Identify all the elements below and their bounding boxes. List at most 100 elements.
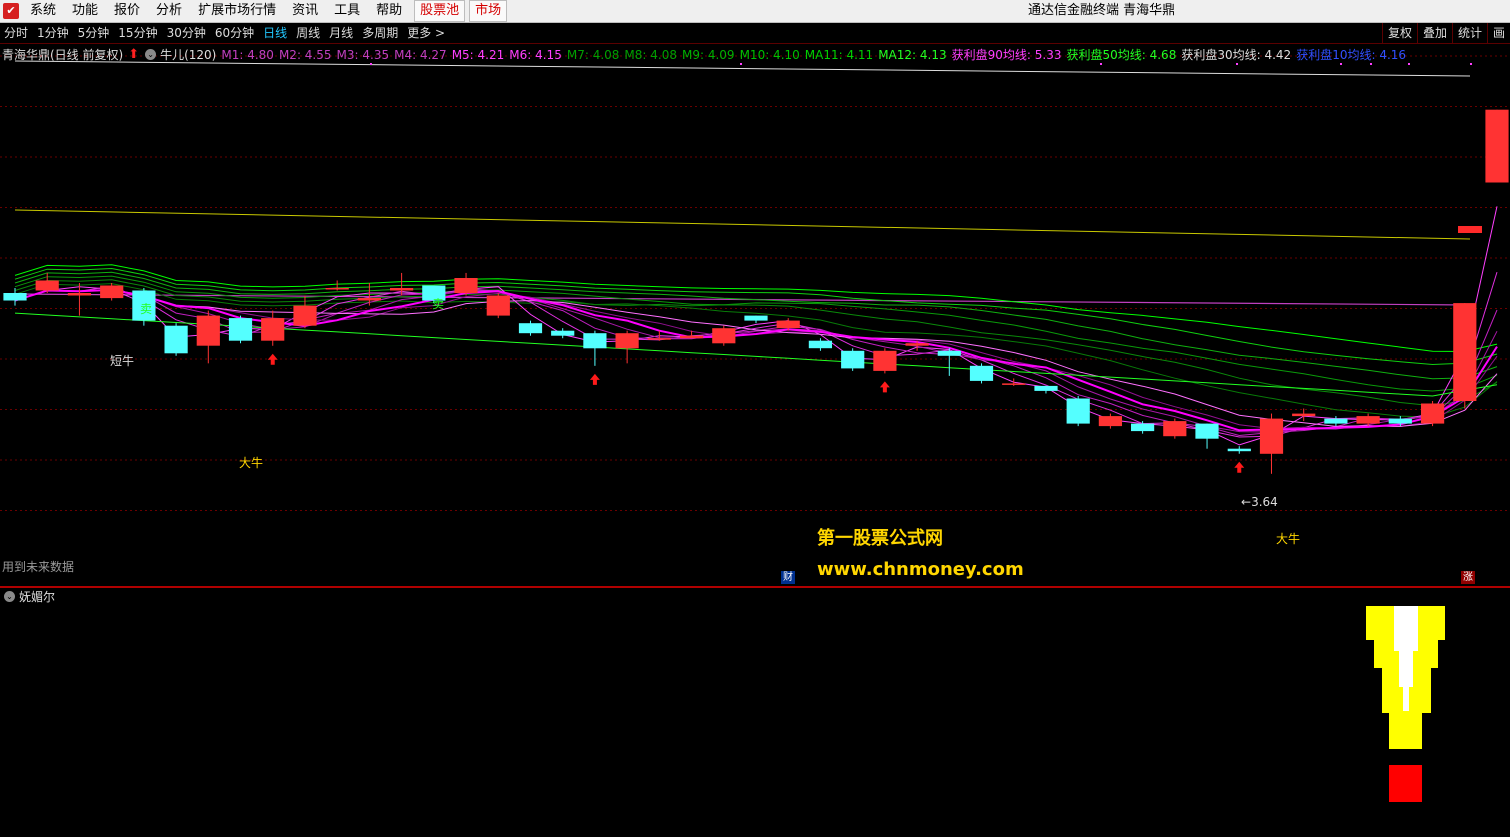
indicator-bar-white — [1399, 651, 1413, 687]
legend-item: M3: 4.35 — [336, 47, 390, 62]
menu-bar: ✔ 系统 功能 报价 分析 扩展市场行情 资讯 工具 帮助 股票池 市场 通达信… — [0, 0, 1510, 23]
chevron-down-icon[interactable]: ⌄ — [145, 48, 157, 60]
candle-body — [680, 335, 704, 339]
draw-button[interactable]: 画 — [1486, 23, 1510, 44]
sub-indicator-canvas[interactable] — [0, 588, 1510, 837]
candle-body — [67, 293, 91, 296]
stock-pool-button[interactable]: 股票池 — [414, 0, 466, 22]
signal-dot — [740, 63, 742, 65]
indicator-name[interactable]: 牛儿(120) — [160, 46, 216, 63]
statistics-button[interactable]: 统计 — [1451, 23, 1487, 44]
indicator-legend: 青海华鼎(日线 前复权) ⬆ ⌄ 牛儿(120) M1: 4.80 M2: 4.5… — [2, 46, 1411, 62]
candle-body — [486, 295, 510, 316]
buy-arrow-icon — [589, 373, 600, 385]
profit-30-line — [14, 60, 1471, 77]
candle-body — [293, 305, 317, 326]
main-kline-chart[interactable]: 青海华鼎(日线 前复权) ⬆ ⌄ 牛儿(120) M1: 4.80 M2: 4.5… — [0, 44, 1510, 586]
period-weekly[interactable]: 周线 — [292, 23, 325, 43]
period-5min[interactable]: 5分钟 — [74, 23, 115, 43]
candle-body — [1131, 423, 1155, 432]
legend-item: M1: 4.80 — [221, 47, 274, 62]
rise-badge[interactable]: 涨 — [1461, 571, 1475, 584]
menu-extended-market[interactable]: 扩展市场行情 — [190, 0, 284, 22]
candle-body — [1324, 418, 1348, 424]
adjust-price-button[interactable]: 复权 — [1381, 23, 1417, 44]
candle-body — [1227, 448, 1251, 452]
signal-dot — [1100, 63, 1102, 65]
watermark-url: www.chnmoney.com — [817, 559, 1024, 580]
menu-tools[interactable]: 工具 — [326, 0, 368, 22]
candle-body — [1485, 109, 1509, 183]
candle-body — [1098, 416, 1122, 427]
candle-body — [261, 318, 285, 341]
candle-body — [1292, 413, 1316, 417]
candle-body — [744, 315, 768, 321]
sub-indicator-header: ⌄ 妩媚尔 — [2, 588, 55, 604]
signal-dot — [1236, 63, 1238, 65]
period-30min[interactable]: 30分钟 — [163, 23, 211, 43]
sell-signal: 卖 — [432, 297, 445, 311]
chevron-down-icon[interactable]: ⌄ — [4, 590, 15, 602]
big-bull-signal: 大牛 — [239, 456, 264, 470]
candle-body — [1195, 423, 1219, 439]
signal-dot — [1470, 63, 1472, 65]
target-marker — [1458, 226, 1482, 233]
legend-item: M4: 4.27 — [394, 47, 447, 62]
period-more[interactable]: 更多 > — [403, 23, 450, 43]
legend-item: 获利盘30均线: 4.42 — [1181, 47, 1292, 62]
period-daily[interactable]: 日线 — [259, 23, 292, 43]
menu-function[interactable]: 功能 — [64, 0, 106, 22]
candle-body — [937, 350, 961, 356]
app-logo-icon: ✔ — [0, 0, 22, 22]
period-60min[interactable]: 60分钟 — [211, 23, 259, 43]
buy-arrow-icon — [267, 353, 278, 365]
candle-body — [1034, 385, 1058, 391]
candle-body — [873, 350, 897, 371]
candle-body — [454, 278, 478, 294]
signal-dot — [1340, 63, 1342, 65]
candle-body — [164, 325, 188, 354]
indicator-bar-white — [1403, 687, 1409, 711]
indicator-bar-white — [1394, 606, 1418, 651]
candle-body — [1163, 421, 1187, 437]
period-multi[interactable]: 多周期 — [358, 23, 403, 43]
menu-system[interactable]: 系统 — [22, 0, 64, 22]
candle-body — [776, 320, 800, 329]
menu-news[interactable]: 资讯 — [284, 0, 326, 22]
up-arrow-icon: ⬆ — [128, 46, 140, 62]
market-button[interactable]: 市场 — [469, 0, 508, 22]
overlay-button[interactable]: 叠加 — [1416, 23, 1452, 44]
legend-item: M7: 4.08 — [566, 47, 620, 62]
menu-quote[interactable]: 报价 — [106, 0, 148, 22]
menu-analysis[interactable]: 分析 — [148, 0, 190, 22]
candle-body — [1388, 418, 1412, 424]
legend-item: M6: 4.15 — [509, 47, 562, 62]
menu-help[interactable]: 帮助 — [368, 0, 410, 22]
period-timeshare[interactable]: 分时 — [0, 23, 33, 43]
sub-indicator-name[interactable]: 妩媚尔 — [19, 588, 55, 605]
kline-canvas[interactable] — [0, 44, 1510, 586]
period-toolbar: 分时 1分钟 5分钟 15分钟 30分钟 60分钟 日线 周线 月线 多周期 更… — [0, 23, 1510, 44]
candle-body — [647, 338, 671, 340]
buy-arrow-icon — [879, 381, 890, 393]
signal-dot — [1408, 63, 1410, 65]
period-1min[interactable]: 1分钟 — [33, 23, 74, 43]
short-buy-signal: 短牛 — [110, 354, 135, 368]
legend-item: M10: 4.10 — [739, 47, 800, 62]
sub-indicator-chart[interactable]: ⌄ 妩媚尔 — [0, 588, 1510, 837]
period-15min[interactable]: 15分钟 — [114, 23, 162, 43]
legend-values: M1: 4.80 M2: 4.55 M3: 4.35 M4: 4.27 M5: 4.21… — [221, 46, 1411, 63]
legend-item: MA12: 4.13 — [878, 47, 947, 62]
candle-body — [969, 365, 994, 381]
finance-badge[interactable]: 财 — [781, 571, 795, 584]
signal-dot — [370, 63, 372, 65]
candle-body — [325, 288, 349, 290]
chart-tools: 复权 叠加 统计 画 — [1381, 23, 1510, 44]
candle-body — [3, 293, 27, 301]
legend-item: 获利盘10均线: 4.16 — [1296, 47, 1407, 62]
legend-item: 获利盘50均线: 4.68 — [1066, 47, 1177, 62]
candle-body — [1453, 303, 1477, 401]
period-monthly[interactable]: 月线 — [325, 23, 358, 43]
window-title: 通达信金融终端 青海华鼎 — [1028, 3, 1176, 18]
stock-title: 青海华鼎(日线 前复权) — [2, 47, 124, 62]
